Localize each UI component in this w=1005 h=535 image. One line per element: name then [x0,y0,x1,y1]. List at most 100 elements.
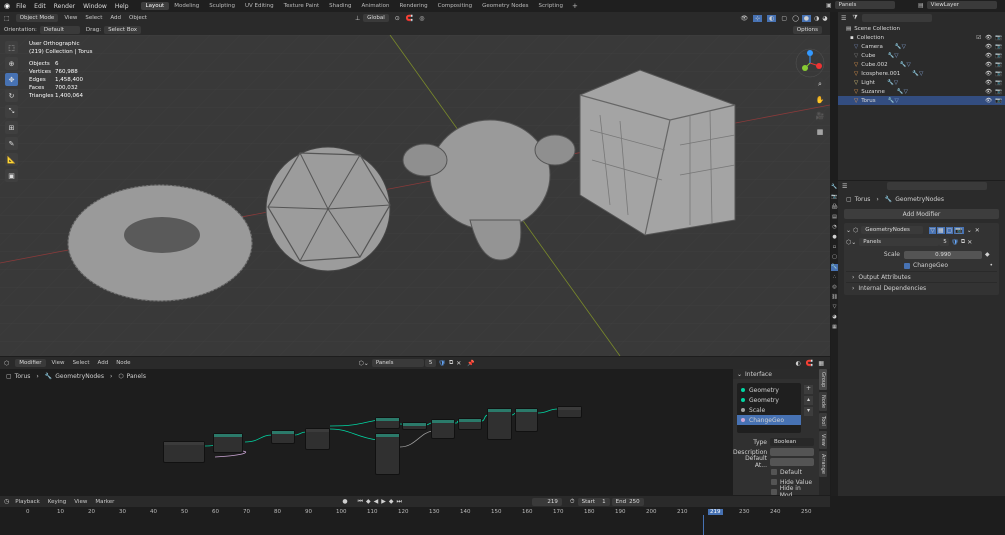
snap-icon[interactable]: 🧲 [406,15,413,22]
prev-keyframe-icon[interactable]: ◆ [366,498,371,505]
view-layer-selector[interactable]: ▤ ViewLayer [918,1,1003,9]
tab-shading[interactable]: Shading [324,2,356,10]
mode-dropdown[interactable]: Object Mode [15,14,59,22]
play-icon[interactable]: ▶ [381,498,386,505]
start-frame-field[interactable]: Start 1 [577,497,610,506]
modifier-tab-icon[interactable]: 🔧 [831,264,838,271]
scene-name[interactable]: Panels [834,1,895,9]
collection-row[interactable]: ▪ Collection ☑ 👁 📷 [838,33,1005,42]
record-icon[interactable]: ● [342,498,347,505]
node-scale-elements[interactable] [431,419,455,439]
duplicate-icon[interactable]: ⧉ [961,238,965,246]
node-realize[interactable] [271,430,295,444]
outliner-item[interactable]: ▽ Suzanne 🔧▽ 👁 📷 [838,87,1005,96]
transform-tool-icon[interactable]: ⊞ [5,121,18,134]
fake-user-icon[interactable]: 🛡 [951,239,959,246]
render-toggle-icon[interactable]: 📷 [954,226,964,234]
visibility-eye-icon[interactable]: 👁 [985,80,992,86]
node-menu-select[interactable]: Select [73,360,90,366]
jump-end-icon[interactable]: ⏭ [397,498,402,506]
add-cube-tool-icon[interactable]: ▣ [5,169,18,182]
visibility-eye-icon[interactable]: 👁 [985,98,992,104]
tab-view[interactable]: View [819,431,827,449]
scale-tool-icon[interactable]: ⤡ [5,105,18,118]
play-reverse-icon[interactable]: ◀ [374,498,379,505]
add-modifier-button[interactable]: Add Modifier [844,209,999,219]
pin-icon[interactable]: 📌 [467,360,474,367]
scale-input[interactable]: 0.990 [904,250,982,259]
menu-edit[interactable]: Edit [34,3,46,10]
node-fake-user-icon[interactable]: 🛡 [438,360,446,367]
viewport-toggle-icon[interactable]: ▢ [945,226,954,234]
interface-socket-item[interactable]: Geometry [737,385,801,395]
render-camera-icon[interactable]: 📷 [995,71,1002,77]
move-tool-icon[interactable]: ✥ [5,73,18,86]
modifier-name-input[interactable]: GeometryNodes [861,226,924,234]
gizmo-icon[interactable]: ⊹ [753,14,763,22]
collection-checkbox[interactable]: ☑ [976,35,981,41]
node-join[interactable] [402,422,427,430]
internal-dependencies-panel[interactable]: › Internal Dependencies [846,282,997,293]
node-duplicate-icon[interactable]: ⧉ [449,359,453,367]
render-camera-icon[interactable]: 📷 [995,80,1002,86]
menu-object[interactable]: Object [129,15,147,21]
pan-hand-icon[interactable]: ✋ [814,94,826,106]
description-input[interactable] [770,448,814,456]
drag-dropdown[interactable]: Select Box [104,25,142,34]
properties-search-input[interactable] [887,182,988,190]
filter-icon[interactable]: ⧩ [852,14,857,22]
marker-menu[interactable]: Marker [95,499,114,505]
visibility-eye-icon[interactable]: 👁 [985,71,992,77]
orientation-dropdown[interactable]: Default [39,25,80,34]
physics-tab-icon[interactable]: ◎ [831,284,838,291]
node-group-users[interactable]: 5 [939,238,950,246]
zoom-icon[interactable]: ⌕ [814,78,826,90]
scene-collection-row[interactable]: ▤ Scene Collection [838,24,1005,33]
tab-animation[interactable]: Animation [356,2,394,10]
snap-icon[interactable]: 🧲 [806,360,813,367]
render-camera-icon[interactable]: 📷 [995,98,1002,104]
node-editor-type-icon[interactable]: ⬡ [4,360,9,367]
pivot-icon[interactable]: ⊙ [395,15,400,22]
move-down-icon[interactable]: ▾ [804,407,813,416]
material-shading-icon[interactable]: ◑ [814,15,819,22]
tab-tool[interactable]: Tool [819,413,827,430]
rendered-shading-icon[interactable]: ◕ [822,15,827,22]
outliner-item[interactable]: ▽ Camera 🔧▽ 👁 📷 [838,42,1005,51]
tab-compositing[interactable]: Compositing [433,2,477,10]
visibility-eye-icon[interactable]: 👁 [985,44,992,50]
scale-keyframe-icon[interactable]: ◆ [985,251,990,258]
3d-viewport[interactable]: ⬚ ⊕ ✥ ↻ ⤡ ⊞ ✎ 📐 ▣ User Orthographic (219… [0,35,830,356]
texture-tab-icon[interactable]: ▦ [831,324,838,331]
tab-arrange[interactable]: Arrange [819,450,827,477]
node-merge[interactable] [458,418,482,430]
jump-start-icon[interactable]: ⏮ [358,498,363,506]
solid-shading-icon[interactable]: ● [801,14,812,22]
move-up-icon[interactable]: ▴ [804,396,813,405]
constraints-tab-icon[interactable]: ⛓ [831,294,838,301]
node-bevel[interactable] [487,408,512,440]
collection-tab-icon[interactable]: ▫ [831,244,838,251]
dropdown-icon[interactable]: ⌄ [967,227,972,234]
remove-modifier-icon[interactable]: ✕ [975,227,980,234]
playback-menu[interactable]: Playback [15,499,40,505]
outliner-item[interactable]: ▽ Torus 🔧▽ 👁 📷 [838,96,1005,105]
keying-menu[interactable]: Keying [48,499,66,505]
blender-logo-icon[interactable]: ◉ [4,2,10,10]
menu-render[interactable]: Render [54,3,75,10]
default-checkbox[interactable] [771,469,777,475]
node-tree-name[interactable]: Panels [371,359,424,367]
menu-help[interactable]: Help [115,3,129,10]
group-output-node[interactable] [557,406,582,418]
node-unlink-icon[interactable]: ✕ [456,360,461,367]
editor-type-icon[interactable]: ⬚ [4,15,10,22]
tab-rendering[interactable]: Rendering [395,2,433,10]
add-workspace-icon[interactable]: + [572,2,578,10]
change-geo-keyframe-icon[interactable]: • [989,262,993,269]
cursor-tool-icon[interactable]: ⊕ [5,57,18,70]
collection-visibility-icon[interactable]: 👁 [985,35,992,41]
cage-toggle-icon[interactable]: ▦ [936,226,945,234]
rotate-tool-icon[interactable]: ↻ [5,89,18,102]
visibility-eye-icon[interactable]: 👁 [985,53,992,59]
render-camera-icon[interactable]: 📷 [995,44,1002,50]
